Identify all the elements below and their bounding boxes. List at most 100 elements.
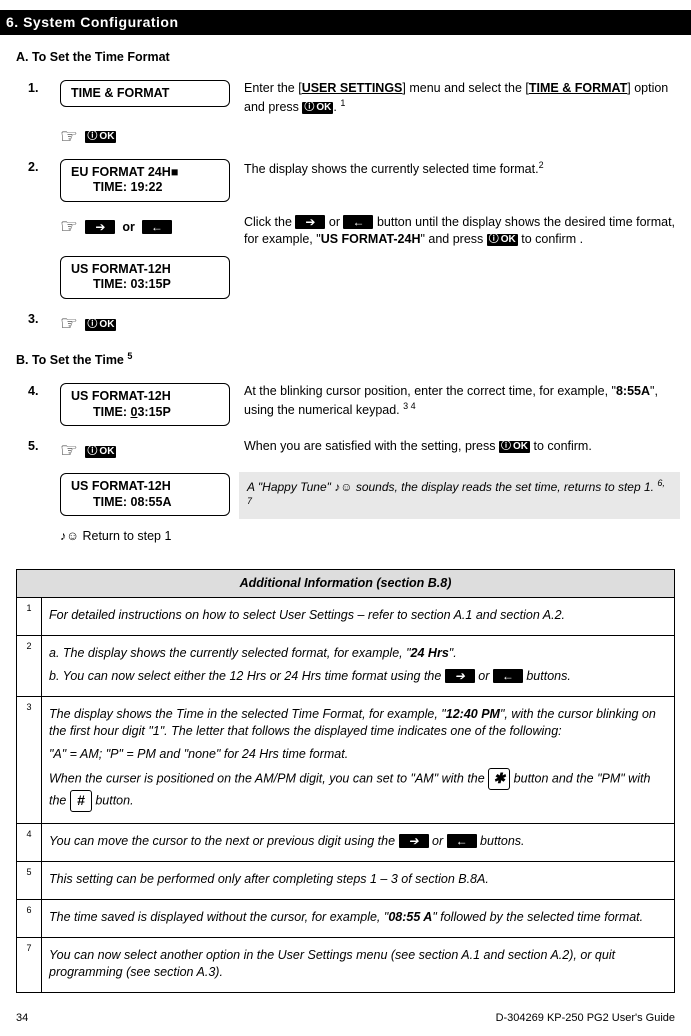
footnote-body: The time saved is displayed without the … xyxy=(42,900,675,938)
text: ". xyxy=(449,646,457,660)
text: . xyxy=(333,100,336,114)
footnote-ref-cell: 3 xyxy=(17,696,42,824)
hand-icon: ☞ xyxy=(60,214,78,241)
text-bold: 12:40 PM xyxy=(446,707,500,721)
text-bold: 24 Hrs xyxy=(411,646,449,660)
step-display-col: TIME & FORMAT xyxy=(60,76,244,120)
hand-icon: ☞ xyxy=(60,311,78,338)
lcd-line2: TIME: 08:55A xyxy=(71,495,219,511)
happy-tune-note: A "Happy Tune" ♪☺ sounds, the display re… xyxy=(239,472,680,518)
page-footer: 34 D-304269 KP-250 PG2 User's Guide xyxy=(16,1011,675,1026)
text: A "Happy Tune" ♪☺ sounds, the display re… xyxy=(247,480,654,494)
text: " and press xyxy=(420,232,486,246)
text: The time saved is displayed without the … xyxy=(49,910,388,924)
step-text: When you are satisfied with the setting,… xyxy=(244,434,675,469)
guide-title: D-304269 KP-250 PG2 User's Guide xyxy=(496,1011,675,1026)
lcd-display: US FORMAT-12H TIME: 03:15P xyxy=(60,383,230,426)
step-num: 1. xyxy=(16,76,60,120)
footnote-ref-cell: 7 xyxy=(17,938,42,993)
step-num: 3. xyxy=(16,307,60,342)
lcd-display: US FORMAT-12H TIME: 08:55A xyxy=(60,473,230,516)
info-icon: ⓘ xyxy=(304,102,314,113)
step-display-col: US FORMAT-12H TIME: 08:55A xyxy=(60,469,244,524)
return-note: ♪☺ Return to step 1 xyxy=(60,524,244,549)
left-arrow-key-icon: ← xyxy=(343,215,373,229)
step-num: 4. xyxy=(16,379,60,434)
ok-key-icon: ⓘOK xyxy=(85,446,116,458)
press-indicator: ☞ ⓘOK xyxy=(60,434,244,469)
text: ♪☺ Return to step 1 xyxy=(60,529,171,543)
subheader-b: B. To Set the Time 5 xyxy=(16,350,675,369)
info-icon: ⓘ xyxy=(87,131,97,142)
ok-key-icon: ⓘOK xyxy=(499,441,530,453)
lcd-line2: TIME: 03:15P xyxy=(71,277,219,293)
step-num: 2. xyxy=(16,155,60,210)
lcd-display: TIME & FORMAT xyxy=(60,80,230,108)
addl-header: Additional Information (section B.8) xyxy=(17,570,675,598)
step-display-col: US FORMAT-12H TIME: 03:15P xyxy=(60,379,244,434)
press-indicator: ☞ ⓘOK xyxy=(60,120,244,155)
text: to confirm. xyxy=(530,439,592,453)
ok-label: OK xyxy=(99,131,114,142)
ok-label: OK xyxy=(316,102,331,113)
text-bold: US FORMAT-24H xyxy=(321,232,421,246)
ok-key-icon: ⓘOK xyxy=(85,319,116,331)
step-text: The display shows the currently selected… xyxy=(244,155,675,210)
page-number: 34 xyxy=(16,1011,28,1026)
footnote-body: This setting can be performed only after… xyxy=(42,862,675,900)
text: For detailed instructions on how to sele… xyxy=(49,607,667,624)
ok-key-icon: ⓘOK xyxy=(487,234,518,246)
lcd-line1: TIME & FORMAT xyxy=(71,86,169,100)
text: The display shows the currently selected… xyxy=(244,162,539,176)
text: At the blinking cursor position, enter t… xyxy=(244,384,616,398)
footnote-ref-cell: 2 xyxy=(17,636,42,697)
ok-label: OK xyxy=(99,446,114,457)
steps-b: 4. US FORMAT-12H TIME: 03:15P At the bli… xyxy=(16,379,675,549)
text: You can move the cursor to the next or p… xyxy=(49,834,399,848)
subheader-a: A. To Set the Time Format xyxy=(16,49,675,66)
lcd-line2: TIME: 19:22 xyxy=(71,180,219,196)
step-text: Enter the [USER SETTINGS] menu and selec… xyxy=(244,76,675,120)
footnote-ref-cell: 1 xyxy=(17,598,42,636)
footnote-ref-cell: 6 xyxy=(17,900,42,938)
ok-key-icon: ⓘOK xyxy=(85,131,116,143)
footnote-ref: 2 xyxy=(539,160,544,170)
footnote-ref-cell: 4 xyxy=(17,824,42,862)
ok-key-icon: ⓘOK xyxy=(302,102,333,114)
footnote-ref: 1 xyxy=(340,98,345,108)
additional-info-table: Additional Information (section B.8) 1 F… xyxy=(16,569,675,993)
text: " followed by the selected time format. xyxy=(432,910,643,924)
step-display-col: US FORMAT-12H TIME: 03:15P xyxy=(60,252,244,307)
step-text: A "Happy Tune" ♪☺ sounds, the display re… xyxy=(244,469,675,524)
text: or xyxy=(475,669,493,683)
lcd-line1: EU FORMAT 24H■ xyxy=(71,165,219,181)
step-num: 5. xyxy=(16,434,60,469)
text: TIME: xyxy=(93,405,131,419)
ok-label: OK xyxy=(99,319,114,330)
star-key-icon: ✱ xyxy=(488,768,510,790)
text: to confirm . xyxy=(518,232,583,246)
footnote-ref: 5 xyxy=(127,351,132,361)
text: The display shows the Time in the select… xyxy=(49,707,446,721)
hand-icon: ☞ xyxy=(60,124,78,151)
text-bold: 8:55A xyxy=(616,384,650,398)
hash-key-icon: # xyxy=(70,790,92,812)
left-arrow-key-icon: ← xyxy=(447,834,477,848)
text: 3:15P xyxy=(137,405,170,419)
section-header: 6. System Configuration xyxy=(0,10,691,35)
lcd-display: US FORMAT-12H TIME: 03:15P xyxy=(60,256,230,299)
text: a. The display shows the currently selec… xyxy=(49,646,411,660)
hand-icon: ☞ xyxy=(60,438,78,465)
footnote-body: a. The display shows the currently selec… xyxy=(42,636,675,697)
info-icon: ⓘ xyxy=(489,234,499,245)
footnote-body: You can now select another option in the… xyxy=(42,938,675,993)
footnote-body: For detailed instructions on how to sele… xyxy=(42,598,675,636)
text: or xyxy=(429,834,447,848)
info-icon: ⓘ xyxy=(87,319,97,330)
step-text: Click the ➔ or ← button until the displa… xyxy=(244,210,675,252)
steps-a: 1. TIME & FORMAT Enter the [USER SETTING… xyxy=(16,76,675,342)
right-arrow-key-icon: ➔ xyxy=(85,220,115,234)
text: or xyxy=(325,215,343,229)
text: buttons. xyxy=(523,669,571,683)
info-icon: ⓘ xyxy=(87,446,97,457)
